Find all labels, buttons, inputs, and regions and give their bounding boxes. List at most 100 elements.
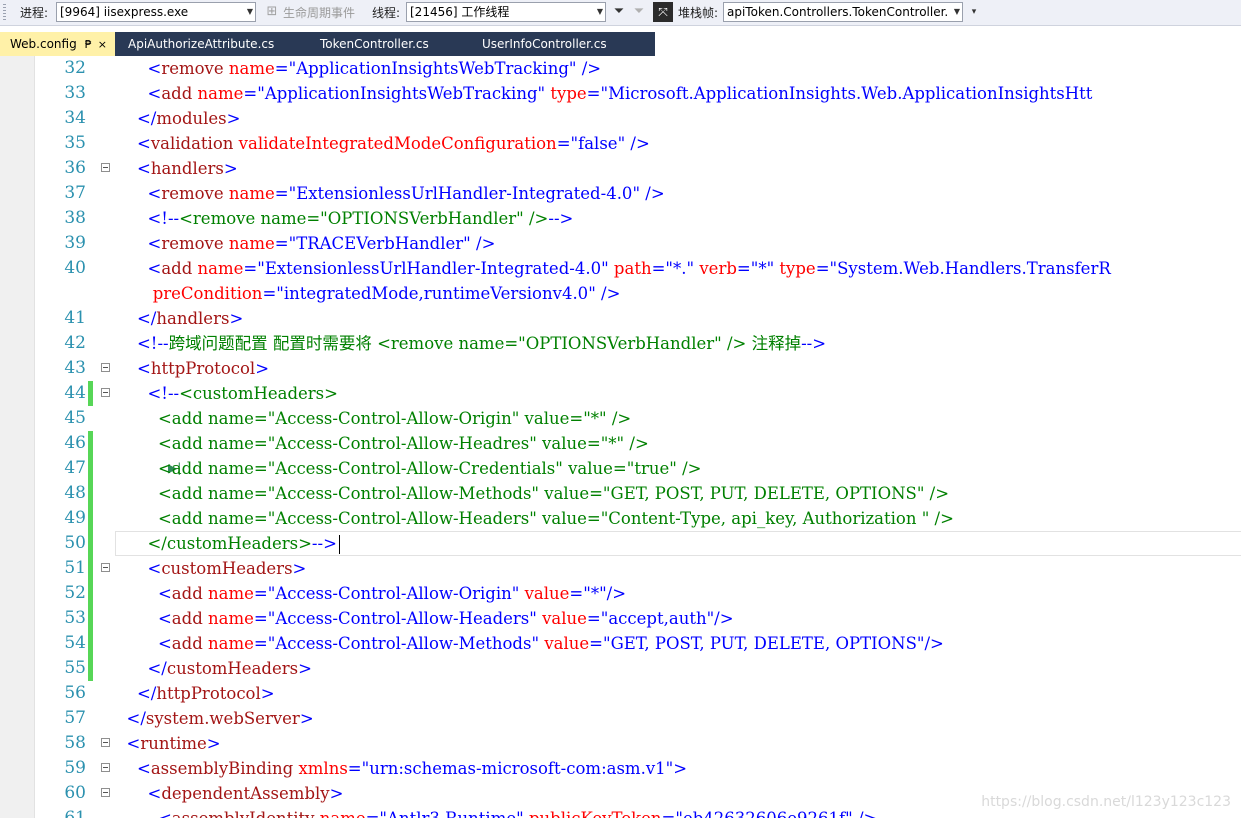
- code-line[interactable]: 51 <customHeaders>: [0, 556, 1241, 581]
- tab-tokencontroller[interactable]: TokenController.cs: [320, 32, 429, 56]
- code-text: <!--<customHeaders>: [147, 384, 338, 403]
- code-editor[interactable]: 32 <remove name="ApplicationInsightsWebT…: [0, 56, 1241, 818]
- lifecycle-events-label[interactable]: 生命周期事件: [283, 5, 355, 21]
- code-line[interactable]: 53 <add name="Access-Control-Allow-Heade…: [0, 606, 1241, 631]
- code-text: <assemblyBinding xmlns="urn:schemas-micr…: [136, 759, 688, 778]
- code-line[interactable]: 59 <assemblyBinding xmlns="urn:schemas-m…: [0, 756, 1241, 781]
- code-line[interactable]: 55 </customHeaders>: [0, 656, 1241, 681]
- chevron-down-icon: ▼: [246, 7, 253, 16]
- code-text: <remove name="ApplicationInsightsWebTrac…: [147, 59, 602, 78]
- code-line[interactable]: 34 </modules>: [0, 106, 1241, 131]
- code-text: </handlers>: [136, 309, 244, 328]
- line-number: 53: [64, 608, 86, 628]
- code-line[interactable]: 58 <runtime>: [0, 731, 1241, 756]
- code-line[interactable]: 32 <remove name="ApplicationInsightsWebT…: [0, 56, 1241, 81]
- code-text: <add name="Access-Control-Allow-Credenti…: [157, 459, 702, 478]
- code-text: <add name="Access-Control-Allow-Origin" …: [157, 584, 627, 603]
- thread-label: 线程:: [372, 6, 401, 20]
- line-number: 59: [64, 758, 86, 778]
- debug-location-toolbar: 进程: [9964] iisexpress.exe ▼ ⊞ 生命周期事件 线程:…: [0, 0, 1241, 26]
- code-line[interactable]: 39 <remove name="TRACEVerbHandler" />: [0, 231, 1241, 256]
- code-line[interactable]: 41 </handlers>: [0, 306, 1241, 331]
- collapse-icon[interactable]: [101, 763, 110, 772]
- code-text: <remove name="TRACEVerbHandler" />: [147, 234, 496, 253]
- line-number: 38: [64, 208, 86, 228]
- code-line[interactable]: 40 <add name="ExtensionlessUrlHandler-In…: [0, 256, 1241, 281]
- tab-label: Web.config: [10, 37, 77, 51]
- code-line[interactable]: 38 <!--<remove name="OPTIONSVerbHandler"…: [0, 206, 1241, 231]
- change-marker: [88, 431, 93, 456]
- process-dropdown[interactable]: [9964] iisexpress.exe ▼: [56, 2, 256, 22]
- process-label: 进程:: [20, 6, 49, 20]
- stack-frame-icon[interactable]: ⤧: [653, 2, 673, 22]
- toolbar-grip[interactable]: [3, 4, 6, 22]
- text-caret: [338, 535, 340, 554]
- line-number: 41: [64, 308, 86, 328]
- code-line[interactable]: 36 <handlers>: [0, 156, 1241, 181]
- chevron-down-icon: ▼: [596, 7, 603, 16]
- code-text: </system.webServer>: [126, 709, 314, 728]
- stackframe-label: 堆栈帧:: [678, 6, 719, 20]
- code-line[interactable]: 49 <add name="Access-Control-Allow-Heade…: [0, 506, 1241, 531]
- line-number: 52: [64, 583, 86, 603]
- change-marker: [88, 606, 93, 631]
- line-number: 39: [64, 233, 86, 253]
- code-line[interactable]: 50 </customHeaders>-->: [0, 531, 1241, 556]
- watermark: https://blog.csdn.net/l123y123c123: [981, 794, 1231, 810]
- toolbar-overflow-icon[interactable]: ▾: [965, 3, 983, 21]
- line-number: 44: [64, 383, 86, 403]
- line-number: 36: [64, 158, 86, 178]
- code-line[interactable]: 43 <httpProtocol>: [0, 356, 1241, 381]
- collapse-icon[interactable]: [101, 563, 110, 572]
- line-number: 43: [64, 358, 86, 378]
- lifecycle-events-icon[interactable]: ⊞: [263, 3, 281, 21]
- code-line[interactable]: 33 <add name="ApplicationInsightsWebTrac…: [0, 81, 1241, 106]
- tab-apiauthorizeattribute[interactable]: ApiAuthorizeAttribute.cs: [128, 32, 274, 56]
- line-number: 46: [64, 433, 86, 453]
- line-number: 33: [64, 83, 86, 103]
- collapse-icon[interactable]: [101, 363, 110, 372]
- line-number: 58: [64, 733, 86, 753]
- stackframe-dropdown[interactable]: apiToken.Controllers.TokenController. ▼: [723, 2, 963, 22]
- code-text: </httpProtocol>: [136, 684, 275, 703]
- code-line[interactable]: 57 </system.webServer>: [0, 706, 1241, 731]
- line-number: 61: [64, 808, 86, 818]
- code-text: <customHeaders>: [147, 559, 307, 578]
- filter-icon[interactable]: ⏷: [610, 3, 628, 21]
- code-text: <add name="ExtensionlessUrlHandler-Integ…: [147, 259, 1111, 278]
- code-line[interactable]: 45 <add name="Access-Control-Allow-Origi…: [0, 406, 1241, 431]
- tab-userinfocontroller[interactable]: UserInfoController.cs: [482, 32, 607, 56]
- change-marker: [88, 631, 93, 656]
- code-line[interactable]: 54 <add name="Access-Control-Allow-Metho…: [0, 631, 1241, 656]
- code-text: <add name="Access-Control-Allow-Headers"…: [157, 609, 734, 628]
- filter-clear-icon[interactable]: ⏷: [630, 3, 648, 21]
- change-marker: [88, 556, 93, 581]
- collapse-icon[interactable]: [101, 163, 110, 172]
- code-line[interactable]: preCondition="integratedMode,runtimeVers…: [0, 281, 1241, 306]
- line-number: 60: [64, 783, 86, 803]
- code-line[interactable]: 56 </httpProtocol>: [0, 681, 1241, 706]
- change-marker: [88, 531, 93, 556]
- code-text: <httpProtocol>: [136, 359, 270, 378]
- process-value: [9964] iisexpress.exe: [60, 5, 189, 19]
- collapse-icon[interactable]: [101, 788, 110, 797]
- code-text: </customHeaders>-->: [116, 531, 340, 556]
- collapse-icon[interactable]: [101, 738, 110, 747]
- code-line[interactable]: 52 <add name="Access-Control-Allow-Origi…: [0, 581, 1241, 606]
- tab-web-config[interactable]: Web.config ₱ ×: [0, 32, 115, 56]
- code-line[interactable]: 35 <validation validateIntegratedModeCon…: [0, 131, 1241, 156]
- thread-dropdown[interactable]: [21456] 工作线程 ▼: [406, 2, 606, 22]
- code-line[interactable]: 42 <!--跨域问题配置 配置时需要将 <remove name="OPTIO…: [0, 331, 1241, 356]
- code-line[interactable]: 44 <!--<customHeaders>: [0, 381, 1241, 406]
- code-line[interactable]: 48 <add name="Access-Control-Allow-Metho…: [0, 481, 1241, 506]
- collapse-icon[interactable]: [101, 388, 110, 397]
- code-line[interactable]: 46 <add name="Access-Control-Allow-Headr…: [0, 431, 1241, 456]
- pin-icon[interactable]: ₱: [85, 38, 92, 51]
- close-icon[interactable]: ×: [98, 38, 107, 51]
- code-line[interactable]: 47 ▶| <add name="Access-Control-Allow-Cre…: [0, 456, 1241, 481]
- code-text: <!--<remove name="OPTIONSVerbHandler" />…: [147, 209, 574, 228]
- code-line[interactable]: 37 <remove name="ExtensionlessUrlHandler…: [0, 181, 1241, 206]
- code-text: <add name="Access-Control-Allow-Origin" …: [157, 409, 632, 428]
- thread-value: [21456] 工作线程: [410, 5, 510, 19]
- code-text: </modules>: [136, 109, 241, 128]
